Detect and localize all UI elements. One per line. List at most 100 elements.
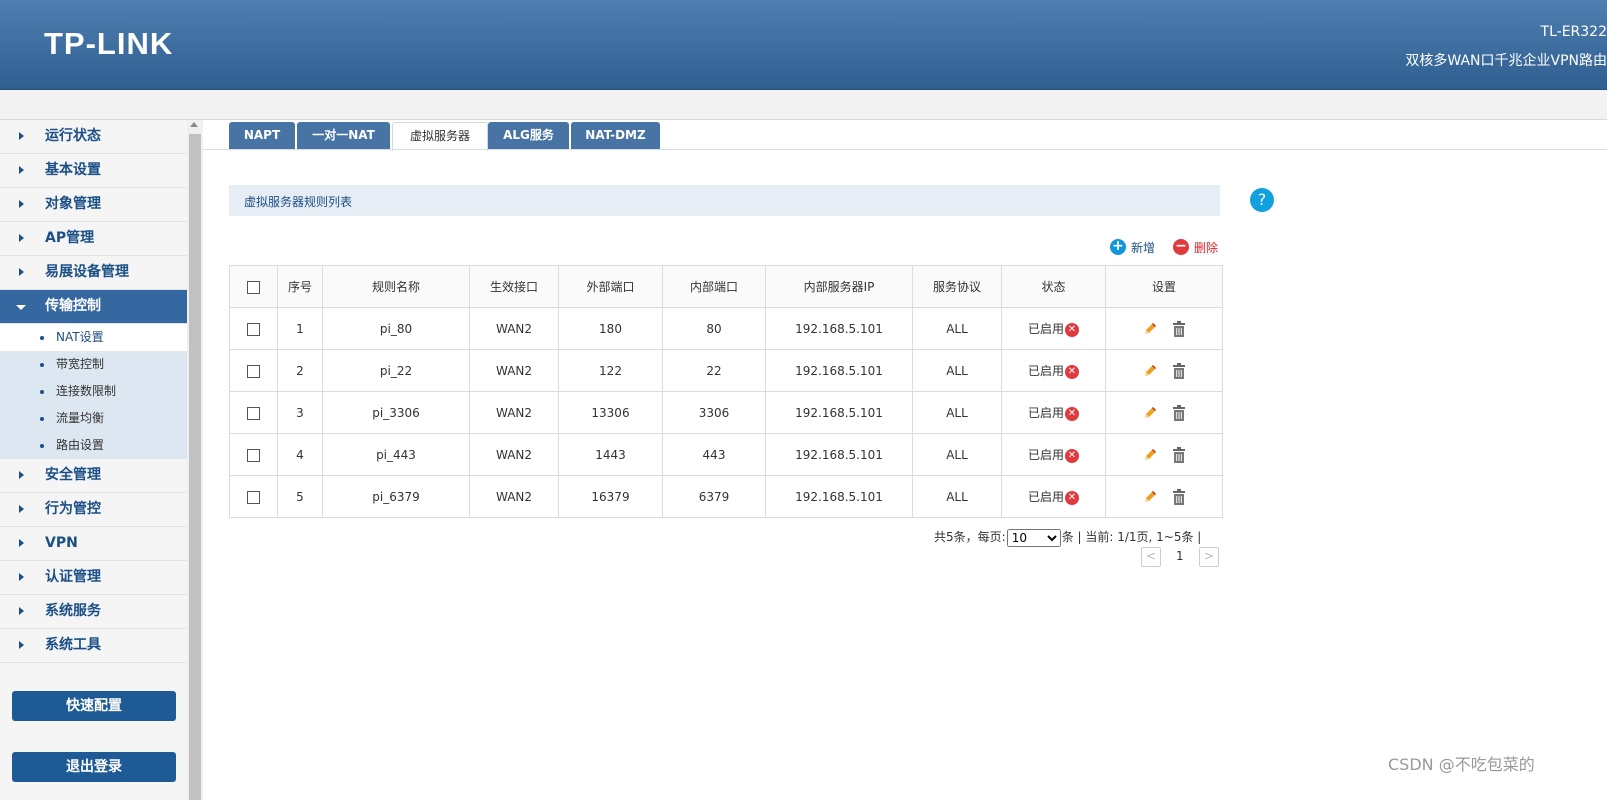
col-header: 生效接口 — [469, 265, 559, 308]
interface: WAN2 — [469, 391, 559, 434]
external-port: 122 — [558, 349, 663, 392]
rule-name: pi_6379 — [322, 475, 470, 518]
sidebar-subitem[interactable]: 路由设置 — [0, 432, 187, 459]
sidebar-item[interactable]: 对象管理 — [0, 188, 187, 222]
edit-icon[interactable] — [1142, 489, 1158, 505]
quick-config-button[interactable]: 快速配置 — [12, 691, 176, 721]
edit-icon[interactable] — [1142, 321, 1158, 337]
sidebar-item[interactable]: 系统服务 — [0, 595, 187, 629]
sidebar-item[interactable]: 运行状态 — [0, 120, 187, 154]
minus-icon: − — [1173, 239, 1189, 255]
row-checkbox[interactable] — [247, 364, 260, 378]
select-all-checkbox[interactable] — [247, 280, 260, 294]
help-icon[interactable]: ? — [1250, 188, 1274, 212]
rule-name: pi_3306 — [322, 391, 470, 434]
page-number-1[interactable]: 1 — [1176, 549, 1184, 563]
tab[interactable]: 一对一NAT — [297, 122, 390, 149]
bullet-icon — [40, 336, 44, 340]
disable-icon[interactable]: ✕ — [1065, 448, 1079, 463]
edit-icon[interactable] — [1142, 405, 1158, 421]
trash-icon[interactable] — [1172, 320, 1186, 337]
sidebar-subitem-label: 路由设置 — [56, 438, 105, 452]
sidebar-submenu: NAT设置带宽控制连接数限制流量均衡路由设置 — [0, 324, 187, 459]
internal-port: 80 — [662, 307, 766, 350]
sidebar-subitem[interactable]: NAT设置 — [0, 324, 187, 351]
disable-icon[interactable]: ✕ — [1065, 322, 1079, 337]
sidebar-item[interactable]: 基本设置 — [0, 154, 187, 188]
rule-name: pi_443 — [322, 433, 470, 476]
disable-icon[interactable]: ✕ — [1065, 364, 1079, 379]
caret-right-icon — [19, 132, 24, 140]
caret-right-icon — [19, 234, 24, 242]
prev-page-button[interactable]: < — [1141, 547, 1161, 567]
caret-right-icon — [19, 505, 24, 513]
sidebar-subitem-label: 连接数限制 — [56, 384, 117, 398]
rule-name: pi_80 — [322, 307, 470, 350]
sidebar-item[interactable]: 系统工具 — [0, 629, 187, 663]
sidebar-item[interactable]: AP管理 — [0, 222, 187, 256]
logout-button[interactable]: 退出登录 — [12, 752, 176, 782]
status-text: 已启用 — [1027, 490, 1064, 504]
page-size-select[interactable]: 10 — [1006, 528, 1061, 547]
pagination-summary: 共5条，每页: 10 条 | 当前: 1/1页, 1~5条 | — [934, 528, 1201, 548]
settings-cell — [1105, 349, 1223, 392]
caret-right-icon — [19, 641, 24, 649]
sidebar-item[interactable]: 安全管理 — [0, 459, 187, 493]
row-index: 4 — [277, 433, 323, 476]
trash-icon[interactable] — [1172, 488, 1186, 505]
select-all-cell — [229, 265, 278, 308]
trash-icon[interactable] — [1172, 446, 1186, 463]
sidebar-item[interactable]: 认证管理 — [0, 561, 187, 595]
sidebar-subitem[interactable]: 流量均衡 — [0, 405, 187, 432]
trash-icon[interactable] — [1172, 362, 1186, 379]
row-checkbox[interactable] — [247, 406, 260, 420]
disable-icon[interactable]: ✕ — [1065, 490, 1079, 505]
panel-title-bar: 虚拟服务器规则列表 — [229, 185, 1220, 216]
row-index: 2 — [277, 349, 323, 392]
next-page-button[interactable]: > — [1199, 547, 1219, 567]
bullet-icon — [40, 417, 44, 421]
delete-label: 删除 — [1194, 241, 1219, 255]
external-port: 180 — [558, 307, 663, 350]
disable-icon[interactable]: ✕ — [1065, 406, 1079, 421]
tab[interactable]: NAT-DMZ — [571, 122, 660, 149]
row-checkbox[interactable] — [247, 322, 260, 336]
scrollbar-thumb[interactable] — [189, 134, 201, 800]
sidebar-item-label: 传输控制 — [45, 298, 101, 314]
row-checkbox[interactable] — [247, 448, 260, 462]
interface: WAN2 — [469, 349, 559, 392]
edit-icon[interactable] — [1142, 447, 1158, 463]
interface: WAN2 — [469, 475, 559, 518]
sidebar-item-label: 行为管控 — [45, 501, 101, 517]
device-description: 双核多WAN口千兆企业VPN路由 — [1405, 53, 1607, 69]
protocol: ALL — [912, 307, 1002, 350]
tab[interactable]: ALG服务 — [488, 122, 569, 149]
add-label: 新增 — [1131, 241, 1156, 255]
sidebar-item[interactable]: 传输控制 — [0, 290, 187, 324]
panel-title: 虚拟服务器规则列表 — [244, 195, 353, 209]
trash-icon[interactable] — [1172, 404, 1186, 421]
tab[interactable]: NAPT — [229, 122, 295, 149]
col-header: 序号 — [277, 265, 323, 308]
caret-right-icon — [19, 539, 24, 547]
sidebar-subitem[interactable]: 带宽控制 — [0, 351, 187, 378]
caret-right-icon — [19, 268, 24, 276]
status-text: 已启用 — [1027, 322, 1064, 336]
row-checkbox[interactable] — [247, 490, 260, 504]
tab[interactable]: 虚拟服务器 — [392, 122, 488, 151]
row-select-cell — [229, 433, 278, 476]
status-cell: 已启用 ✕ — [1001, 475, 1106, 518]
sidebar-item[interactable]: 易展设备管理 — [0, 256, 187, 290]
sub-header-bar — [0, 90, 1607, 120]
table-row: 4 pi_443 WAN2 1443 443 192.168.5.101 ALL 已启用 ✕ — [229, 433, 1223, 476]
edit-icon[interactable] — [1142, 363, 1158, 379]
sidebar-subitem-label: 带宽控制 — [56, 357, 105, 371]
server-ip: 192.168.5.101 — [765, 307, 913, 350]
row-index: 1 — [277, 307, 323, 350]
scroll-up-icon[interactable] — [190, 122, 198, 127]
sidebar-subitem[interactable]: 连接数限制 — [0, 378, 187, 405]
sidebar-scrollbar[interactable] — [187, 120, 203, 800]
sidebar-item[interactable]: 行为管控 — [0, 493, 187, 527]
sidebar-item-label: 安全管理 — [45, 467, 101, 483]
sidebar-item[interactable]: VPN — [0, 527, 187, 561]
